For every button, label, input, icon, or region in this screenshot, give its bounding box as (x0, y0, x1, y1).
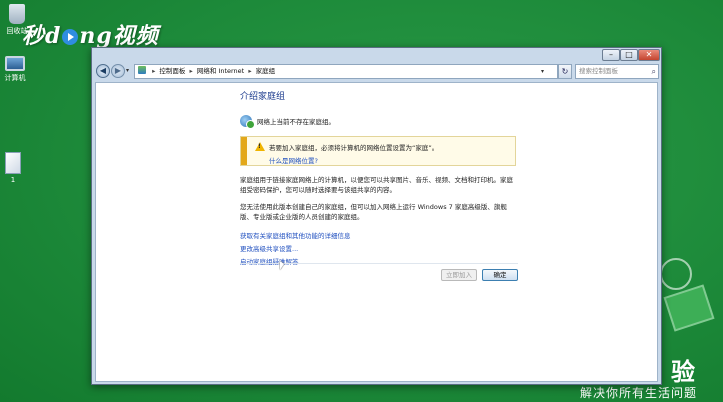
breadcrumb-separator[interactable]: ▸ (248, 67, 251, 75)
breadcrumb-network-internet[interactable]: 网络和 Internet (197, 67, 244, 75)
page-title: 介绍家庭组 (240, 92, 286, 102)
refresh-button[interactable]: ↻ (558, 64, 572, 79)
desktop-icon-file[interactable]: 1 (0, 152, 30, 184)
watermark-logo: 秒d ng视频 (22, 23, 159, 49)
decorative-circle (660, 258, 692, 290)
breadcrumb-control-panel[interactable]: 控制面板 (159, 67, 185, 75)
desktop-icon-computer[interactable]: 计算机 (0, 56, 32, 83)
search-placeholder: 搜索控制面板 (579, 67, 618, 75)
desktop-icon-label: 计算机 (4, 74, 26, 82)
control-panel-icon (138, 66, 146, 74)
navigation-bar: ◀ ▶ ▾ ▸ 控制面板 ▸ 网络和 Internet ▸ 家庭组 ▾ ↻ 搜索… (94, 64, 659, 80)
ok-button[interactable]: 确定 (482, 269, 518, 281)
more-info-link[interactable]: 获取有关家庭组和其他功能的详细信息 (240, 230, 520, 243)
recycle-bin-icon (9, 4, 25, 24)
homegroup-intro: 介绍家庭组 网络上当前不存在家庭组。 ! 若要加入家庭组，必须将计算机的网络位置… (240, 89, 520, 269)
status-text: 网络上当前不存在家庭组。 (257, 118, 335, 126)
file-icon (5, 152, 21, 174)
desktop-icon-recycle-bin[interactable]: 回收站 (0, 4, 34, 36)
watermark-character: 验 (671, 358, 695, 386)
watermark-slogan: 解决你所有生活问题 (579, 386, 697, 400)
network-location-link[interactable]: 什么是网络位置? (269, 155, 318, 165)
breadcrumb-separator[interactable]: ▸ (152, 67, 155, 75)
warning-text: 若要加入家庭组，必须将计算机的网络位置设置为“家庭”。 (269, 144, 439, 152)
content-pane: 介绍家庭组 网络上当前不存在家庭组。 ! 若要加入家庭组，必须将计算机的网络位置… (95, 82, 658, 382)
desktop-icon-label: 1 (10, 176, 16, 184)
decorative-badge (663, 284, 715, 332)
recent-pages-dropdown[interactable]: ▾ (126, 67, 129, 74)
minimize-button[interactable]: – (602, 49, 620, 61)
address-bar[interactable]: ▸ 控制面板 ▸ 网络和 Internet ▸ 家庭组 ▾ (134, 64, 558, 79)
network-location-warning: ! 若要加入家庭组，必须将计算机的网络位置设置为“家庭”。 什么是网络位置? (240, 136, 516, 166)
back-button[interactable]: ◀ (96, 64, 110, 78)
status-row: 网络上当前不存在家庭组。 (240, 114, 520, 129)
computer-icon (5, 56, 25, 71)
warning-accent-bar (241, 137, 247, 165)
play-icon (62, 29, 79, 45)
address-dropdown-icon[interactable]: ▾ (541, 65, 544, 78)
maximize-button[interactable]: □ (620, 49, 638, 61)
breadcrumb-homegroup[interactable]: 家庭组 (256, 67, 276, 75)
advanced-sharing-link[interactable]: 更改高级共享设置... (240, 243, 520, 256)
close-button[interactable]: ✕ (638, 49, 660, 61)
title-bar[interactable]: – □ ✕ (92, 48, 661, 62)
edition-notice: 您无法使用此版本创建自己的家庭组，但可以加入网络上运行 Windows 7 家庭… (240, 203, 507, 221)
homegroup-icon (240, 115, 255, 129)
desktop-icon-label: 回收站 (6, 27, 28, 35)
breadcrumb-separator[interactable]: ▸ (190, 67, 193, 75)
warning-icon-mark: ! (258, 143, 261, 150)
search-input[interactable]: 搜索控制面板 ⌕ (575, 64, 659, 79)
join-now-button[interactable]: 立即加入 (441, 269, 477, 281)
homegroup-description: 家庭组用于链接家庭网络上的计算机，以便您可以共享图片、音乐、视频、文档和打印机。… (240, 176, 513, 194)
control-panel-window: – □ ✕ ◀ ▶ ▾ ▸ 控制面板 ▸ 网络和 Internet ▸ 家庭组 … (91, 47, 662, 385)
search-icon[interactable]: ⌕ (652, 65, 656, 78)
mouse-cursor (280, 261, 284, 270)
forward-button[interactable]: ▶ (111, 64, 125, 78)
